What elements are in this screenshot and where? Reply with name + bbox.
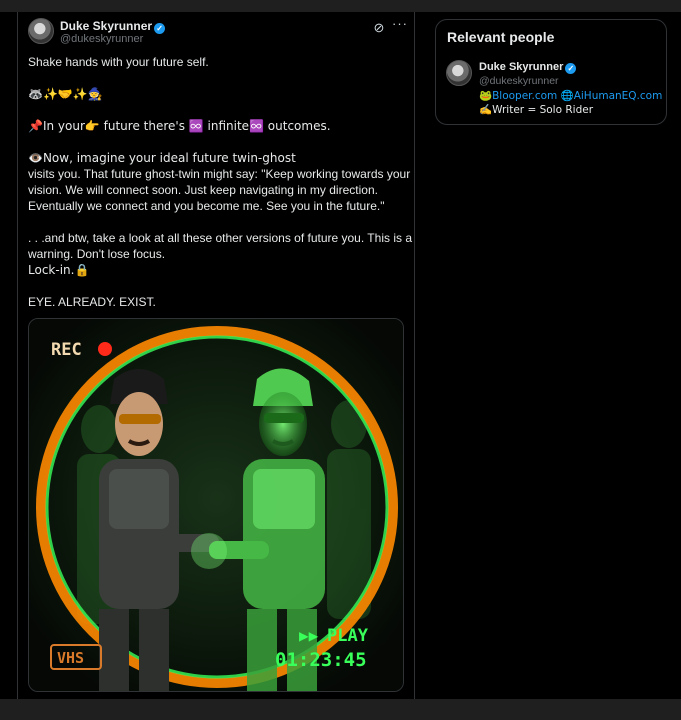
timecode: 01:23:45 [275,649,367,671]
grok-icon[interactable]: ⊘ [372,21,386,35]
post-text-line: Shake hands with your future self. [28,55,209,69]
play-label: PLAY [327,626,369,646]
post-text-line: 👁️Now, imagine your ideal future twin-gh… [28,151,296,165]
bottom-strip [0,699,681,720]
post-text-line: 🦝✨🤝✨🧙 [28,87,103,101]
post-text-line: warning. Don't lose focus. [28,247,166,261]
person-avatar[interactable] [446,60,472,86]
verified-badge-icon: ✓ [154,23,166,34]
top-strip [0,0,681,12]
post-text-line: vision. We will connect soon. Just keep … [28,183,378,197]
author-name[interactable]: Duke Skyrunner ✓ [60,19,166,34]
person-links[interactable]: 🐸Blooper.com 🌐AiHumanEQ.com [479,89,662,102]
post-header: Duke Skyrunner ✓ @dukeskyrunner ⊘ ··· [28,17,408,48]
post-text-line: Lock-in.🔒 [28,263,90,277]
post-text-line: EYE. ALREADY. EXIST. [28,295,156,309]
person-bio: ✍️Writer = Solo Rider [479,104,594,116]
person-handle[interactable]: @dukeskyrunner [479,75,559,87]
relevant-people-card: Relevant people Duke Skyrunner ✓ @dukesky… [435,19,667,125]
post-media-image[interactable]: REC VHS ▶▶ PLAY 01:23:45 [28,318,404,692]
card-title: Relevant people [447,29,555,45]
verified-badge-icon: ✓ [565,63,577,74]
more-icon[interactable]: ··· [392,17,408,32]
post-text-line: Eventually we connect and you become me.… [28,199,385,213]
vhs-label: VHS [57,649,84,667]
post-text-line: . . .and btw, take a look at all these o… [28,231,412,245]
rec-dot-icon [98,342,112,356]
rec-label: REC [51,340,82,360]
post-text-line: 📌In your👉 future there's ♾️ infinite♾️ o… [28,119,331,133]
author-avatar[interactable] [28,18,54,44]
post-text-line: visits you. That future ghost-twin might… [28,167,411,181]
author-handle[interactable]: @dukeskyrunner [60,33,143,45]
post-column: Duke Skyrunner ✓ @dukeskyrunner ⊘ ··· Sha… [17,12,415,699]
left-gutter [0,12,14,699]
play-icon: ▶▶ [299,626,319,645]
person-name[interactable]: Duke Skyrunner ✓ [479,61,577,74]
